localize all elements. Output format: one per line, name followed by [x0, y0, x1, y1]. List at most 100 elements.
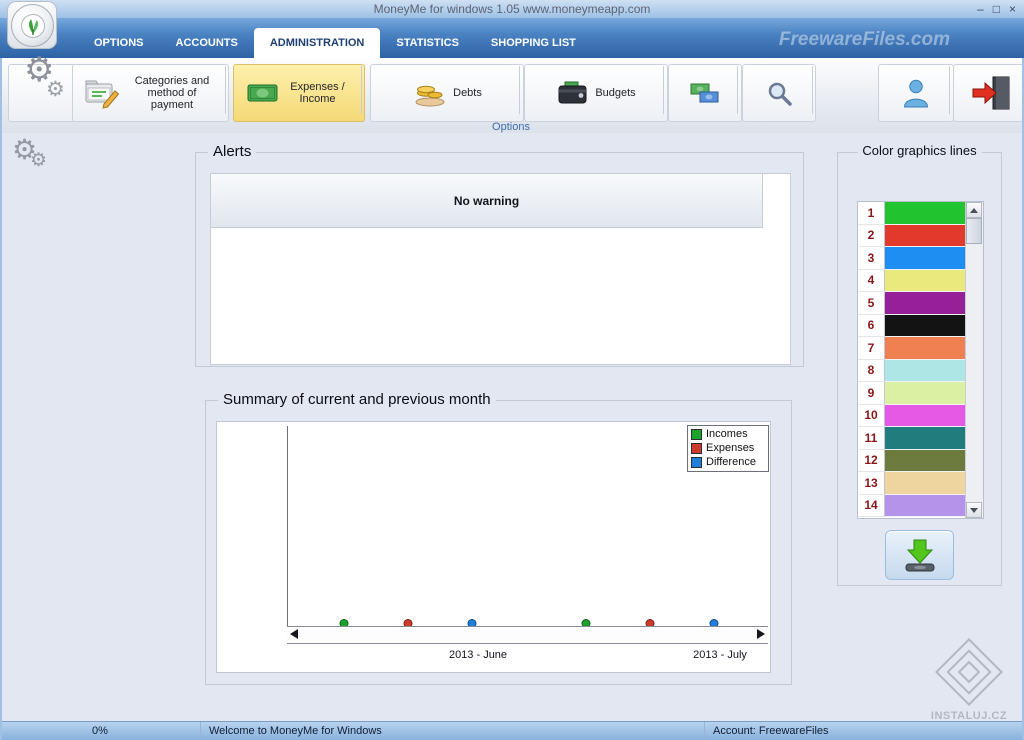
- x-axis-label: 2013 - July: [693, 649, 747, 661]
- color-line-swatch[interactable]: [885, 270, 966, 293]
- budgets-button[interactable]: Budgets: [524, 64, 668, 122]
- color-line-number: 12: [858, 450, 885, 473]
- close-button[interactable]: ×: [1009, 0, 1016, 18]
- categories-button[interactable]: Categories and method of payment: [72, 64, 229, 122]
- scroll-down-button[interactable]: [966, 502, 982, 518]
- tab-options[interactable]: OPTIONS: [78, 28, 160, 58]
- tab-accounts[interactable]: ACCOUNTS: [160, 28, 254, 58]
- scroll-left-arrow-icon[interactable]: [290, 629, 298, 639]
- window-controls: – □ ×: [977, 0, 1016, 18]
- color-line-row[interactable]: 11: [858, 427, 966, 450]
- search-icon: [766, 80, 793, 107]
- color-line-row[interactable]: 2: [858, 225, 966, 248]
- color-line-row[interactable]: 6: [858, 315, 966, 338]
- color-line-row[interactable]: 5: [858, 292, 966, 315]
- tab-statistics[interactable]: STATISTICS: [380, 28, 475, 58]
- color-line-row[interactable]: 13: [858, 472, 966, 495]
- color-line-swatch[interactable]: [885, 315, 966, 338]
- tab-administration[interactable]: ADMINISTRATION: [254, 28, 381, 58]
- money-transfer-icon: [690, 81, 720, 105]
- debts-button[interactable]: Debts: [370, 64, 524, 122]
- alerts-title: Alerts: [208, 143, 256, 160]
- color-line-swatch[interactable]: [885, 495, 966, 518]
- alerts-table: No warning: [210, 173, 791, 365]
- minimize-button[interactable]: –: [977, 0, 984, 18]
- scroll-down-arrow-icon: [970, 508, 978, 513]
- scroll-right-arrow-icon[interactable]: [757, 629, 765, 639]
- color-line-row[interactable]: 9: [858, 382, 966, 405]
- toolbar-separator: [519, 66, 520, 114]
- banknote-icon: [247, 81, 279, 105]
- summary-title: Summary of current and previous month: [218, 391, 496, 408]
- legend-item: Difference: [691, 456, 765, 469]
- scrollbar-thumb[interactable]: [966, 218, 982, 244]
- color-line-swatch[interactable]: [885, 360, 966, 383]
- color-lines-title: Color graphics lines: [857, 143, 981, 158]
- color-line-swatch[interactable]: [885, 427, 966, 450]
- legend-label: Difference: [706, 456, 756, 469]
- tab-shopping-list[interactable]: SHOPPING LIST: [475, 28, 592, 58]
- search-button[interactable]: [742, 64, 816, 122]
- color-line-row[interactable]: 4: [858, 270, 966, 293]
- color-line-number: 3: [858, 247, 885, 270]
- color-line-swatch[interactable]: [885, 382, 966, 405]
- budgets-button-label: Budgets: [595, 87, 635, 99]
- scroll-up-arrow-icon: [970, 208, 978, 213]
- user-button[interactable]: [878, 64, 954, 122]
- color-list-scrollbar[interactable]: [965, 202, 983, 518]
- settings-button[interactable]: ⚙⚙: [8, 64, 82, 122]
- chart-y-axis: [287, 426, 288, 627]
- color-line-swatch[interactable]: [885, 225, 966, 248]
- status-message: Welcome to MoneyMe for Windows: [209, 725, 382, 737]
- user-person-icon: [901, 77, 931, 109]
- color-line-swatch[interactable]: [885, 202, 966, 225]
- transfer-button[interactable]: [668, 64, 742, 122]
- legend-swatch: [691, 457, 702, 468]
- color-line-swatch[interactable]: [885, 337, 966, 360]
- window-title: MoneyMe for windows 1.05 www.moneymeapp.…: [374, 2, 651, 16]
- toolbar-separator: [737, 66, 738, 114]
- color-line-row[interactable]: 10: [858, 405, 966, 428]
- chart-scrollbar[interactable]: [287, 626, 768, 644]
- debts-coins-icon: [412, 78, 448, 108]
- color-rows: 1234567891011121314: [858, 202, 966, 518]
- chart-legend: IncomesExpensesDifference: [687, 425, 769, 472]
- alerts-groupbox: Alerts No warning: [195, 152, 804, 367]
- plant-logo-glyph: [20, 13, 46, 39]
- app-logo-icon: [7, 1, 57, 49]
- categories-folder-icon: [83, 75, 121, 111]
- color-line-swatch[interactable]: [885, 405, 966, 428]
- color-lines-list: 1234567891011121314: [857, 201, 984, 519]
- expenses-income-button[interactable]: Expenses / Income: [233, 64, 365, 122]
- window-frame-left: [0, 58, 2, 740]
- color-line-number: 13: [858, 472, 885, 495]
- color-line-row[interactable]: 14: [858, 495, 966, 518]
- color-line-swatch[interactable]: [885, 292, 966, 315]
- color-line-row[interactable]: 12: [858, 450, 966, 473]
- maximize-button[interactable]: □: [993, 0, 1000, 18]
- account-label: Account: FreewareFiles: [713, 725, 829, 737]
- color-line-row[interactable]: 3: [858, 247, 966, 270]
- scroll-up-button[interactable]: [966, 202, 982, 218]
- chart-panel: IncomesExpensesDifference 2013 - June201…: [216, 421, 771, 673]
- color-line-row[interactable]: 1: [858, 202, 966, 225]
- color-line-swatch[interactable]: [885, 247, 966, 270]
- exit-button[interactable]: [953, 64, 1024, 122]
- color-line-number: 2: [858, 225, 885, 248]
- color-line-number: 8: [858, 360, 885, 383]
- color-line-swatch[interactable]: [885, 472, 966, 495]
- color-line-row[interactable]: 7: [858, 337, 966, 360]
- save-download-icon: [901, 537, 939, 573]
- legend-swatch: [691, 429, 702, 440]
- color-lines-groupbox: Color graphics lines 1234567891011121314: [837, 152, 1002, 586]
- color-line-number: 9: [858, 382, 885, 405]
- color-line-number: 11: [858, 427, 885, 450]
- save-colors-button[interactable]: [885, 530, 954, 580]
- expenses-income-button-label: Expenses / Income: [284, 81, 352, 105]
- color-line-swatch[interactable]: [885, 450, 966, 473]
- titlebar: MoneyMe for windows 1.05 www.moneymeapp.…: [0, 0, 1024, 18]
- color-line-row[interactable]: 8: [858, 360, 966, 383]
- debts-button-label: Debts: [453, 87, 482, 99]
- exit-door-icon: [970, 75, 1012, 111]
- toolbar-separator: [949, 66, 950, 114]
